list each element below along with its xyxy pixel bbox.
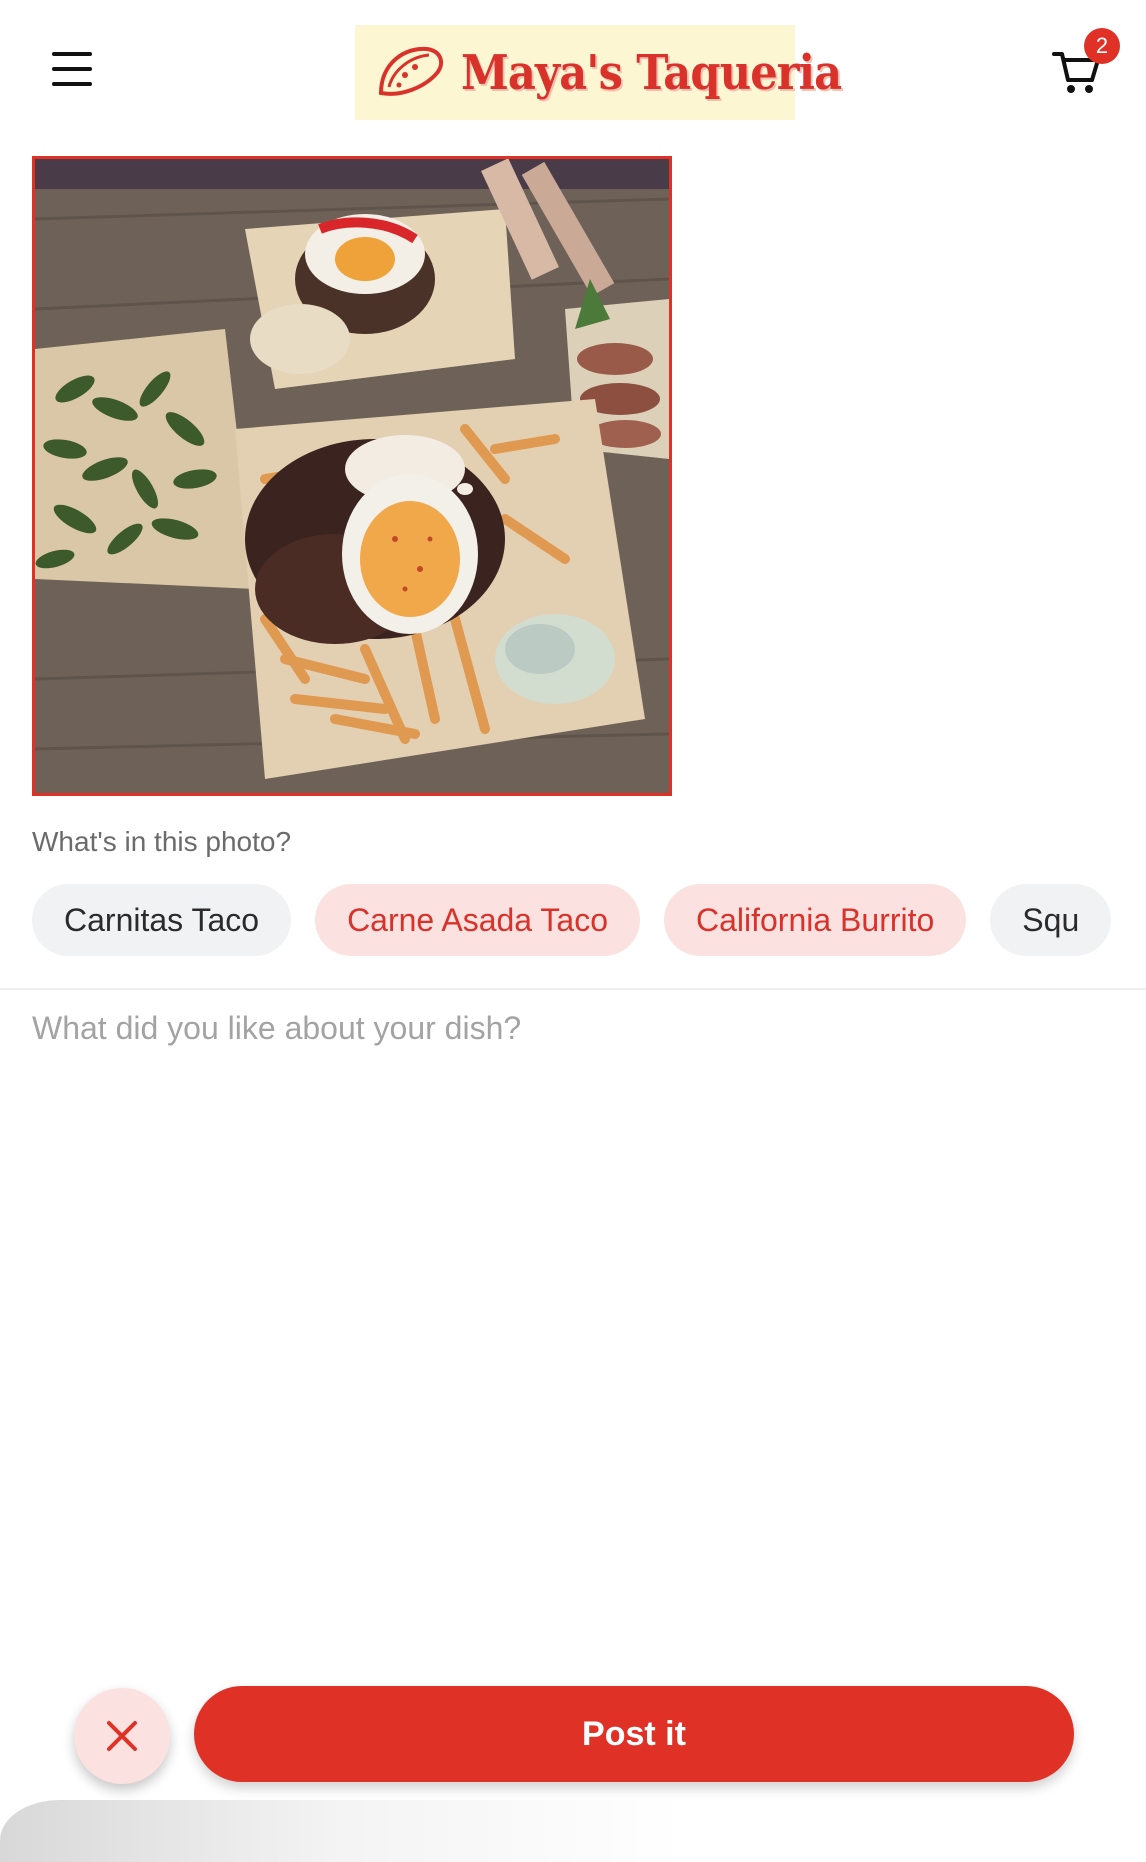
app-header: Maya's Taqueria 2	[0, 0, 1146, 140]
photo-tag-question: What's in this photo?	[32, 826, 292, 857]
restaurant-logo[interactable]: Maya's Taqueria	[355, 25, 842, 120]
menu-bar	[52, 52, 92, 56]
close-icon	[107, 1721, 137, 1751]
logo-text: Maya's Taqueria	[461, 44, 842, 101]
taco-icon	[378, 46, 444, 96]
food-photo[interactable]	[32, 156, 672, 796]
menu-bar	[52, 67, 92, 71]
dish-comment-input[interactable]	[32, 1010, 1114, 1610]
hamburger-menu-icon[interactable]	[48, 48, 96, 90]
menu-bar	[52, 82, 92, 86]
dish-tag-chip[interactable]: Squ	[990, 884, 1112, 956]
dish-tag-chips: Carnitas Taco Carne Asada Taco California …	[32, 884, 1116, 956]
divider	[0, 988, 1146, 990]
post-it-button[interactable]: Post it	[194, 1686, 1074, 1782]
dish-tag-chip[interactable]: California Burrito	[663, 884, 967, 956]
cart-count-badge: 2	[1084, 28, 1120, 64]
dish-tag-chip[interactable]: Carne Asada Taco	[315, 884, 640, 956]
bottom-edge	[0, 1800, 1146, 1862]
cancel-button[interactable]	[74, 1688, 170, 1784]
review-post-page: Maya's Taqueria 2 What's in this photo? …	[0, 0, 1146, 1862]
dish-tag-chip[interactable]: Carnitas Taco	[32, 884, 292, 956]
